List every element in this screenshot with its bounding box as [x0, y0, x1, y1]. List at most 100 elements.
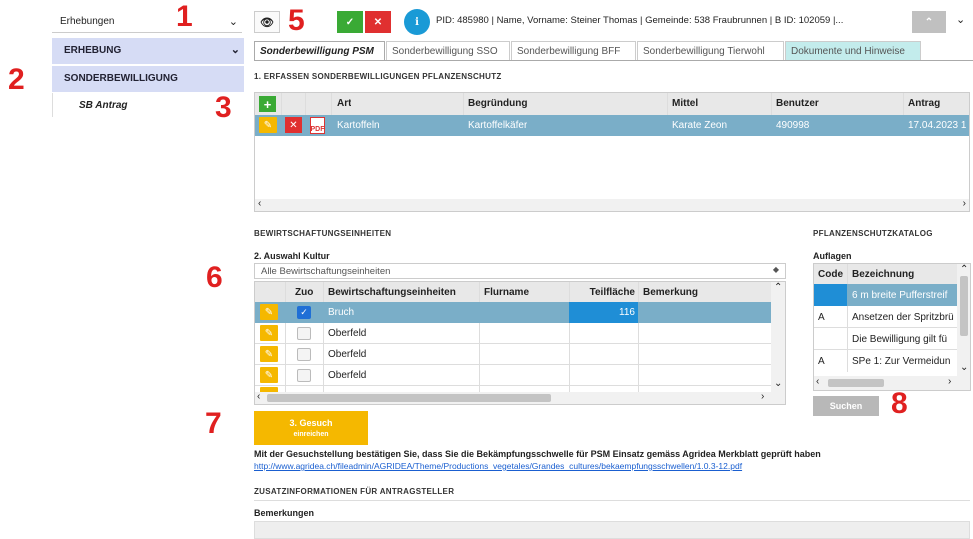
vertical-scrollbar[interactable]: ⌃ ⌄	[957, 264, 970, 376]
scroll-up-icon[interactable]: ⌃	[774, 282, 782, 293]
submit-label-2: einreichen	[293, 431, 329, 438]
more-chevron-icon[interactable]: ⌄	[956, 13, 965, 26]
marker-2: 2	[8, 63, 25, 96]
tab-divider	[254, 60, 973, 61]
scroll-down-icon[interactable]: ⌄	[774, 378, 782, 389]
cell-bezeichnung: Ansetzen der Spritzbrü	[852, 312, 954, 323]
edit-button[interactable]: ✎	[259, 117, 277, 133]
edit-button[interactable]: ✎	[260, 346, 278, 362]
sb-table: + Art Begründung Mittel Benutzer Antrag …	[254, 92, 970, 212]
cell-be-name: Oberfeld	[328, 349, 367, 360]
sidebar-item-label: ERHEBUNG	[64, 45, 122, 56]
scrollbar-thumb[interactable]	[828, 379, 884, 387]
scroll-down-icon[interactable]: ⌄	[960, 362, 968, 373]
check-icon: ✓	[345, 16, 355, 28]
table-row[interactable]: ✎ Oberfeld	[255, 365, 771, 386]
catalog-heading: PFLANZENSCHUTZKATALOG	[813, 229, 933, 238]
marker-5: 5	[288, 4, 305, 37]
search-button[interactable]: Suchen	[813, 396, 879, 416]
cell-bezeichnung: 6 m breite Pufferstreif	[852, 290, 948, 301]
horizontal-scrollbar[interactable]: ‹ ›	[255, 391, 785, 404]
pencil-icon: ✎	[264, 369, 274, 381]
cell-bezeichnung: SPe 1: Zur Vermeidun	[852, 356, 951, 367]
cell-antrag: 17.04.2023 1	[908, 120, 967, 131]
submit-gesuch-button[interactable]: 3. Gesuch einreichen	[254, 411, 368, 445]
binoculars-button[interactable]: 👁	[254, 11, 280, 33]
tab-sonderbewilligung-bff[interactable]: Sonderbewilligung BFF	[511, 41, 636, 60]
table-row[interactable]: ✎ Oberfeld	[255, 344, 771, 365]
scroll-left-icon[interactable]: ‹	[257, 391, 260, 402]
table-row[interactable]: Die Bewilligung gilt fü	[814, 328, 957, 350]
bemerkungen-label: Bemerkungen	[254, 508, 315, 518]
agridea-link[interactable]: http://www.agridea.ch/fileadmin/AGRIDEA/…	[254, 461, 742, 471]
zuo-checkbox[interactable]	[297, 369, 311, 382]
add-row-button[interactable]: +	[259, 96, 276, 112]
section2-heading: BEWIRTSCHAFTUNGSEINHEITEN	[254, 229, 392, 238]
accept-button[interactable]: ✓	[337, 11, 363, 33]
horizontal-scrollbar[interactable]: ‹ ›	[255, 198, 969, 211]
scrollbar-thumb[interactable]	[267, 394, 551, 402]
cell-benutzer: 490998	[776, 120, 810, 131]
sidebar-item-erhebung[interactable]: ERHEBUNG ⌄	[52, 38, 244, 64]
marker-1: 1	[176, 0, 193, 33]
kultur-filter-select[interactable]: Alle Bewirtschaftungseinheiten ◆	[254, 263, 786, 279]
scroll-up-icon[interactable]: ⌃	[960, 264, 968, 275]
scroll-right-icon[interactable]: ›	[761, 391, 764, 402]
tab-dokumente[interactable]: Dokumente und Hinweise	[785, 41, 921, 60]
close-icon: ✕	[373, 16, 383, 28]
info-button[interactable]: i	[404, 9, 430, 35]
edit-button[interactable]: ✎	[260, 325, 278, 341]
marker-8: 8	[891, 387, 908, 420]
table-row[interactable]: ✎ ✕ PDF Kartoffeln Kartoffelkäfer Karate…	[255, 115, 969, 136]
plus-icon: +	[263, 96, 272, 112]
table-row[interactable]: A Ansetzen der Spritzbrü	[814, 306, 957, 328]
col-bemerkung: Bemerkung	[643, 287, 699, 298]
erhebungen-select[interactable]: Erhebungen ⌄	[52, 13, 242, 33]
sidebar-item-sonderbewilligung[interactable]: SONDERBEWILLIGUNG	[52, 66, 244, 92]
cell-be-name: Oberfeld	[328, 370, 367, 381]
table-row[interactable]: ✎ Oberfeld	[255, 323, 771, 344]
scroll-left-icon[interactable]: ‹	[816, 376, 819, 387]
confirm-text: Mit der Gesuchstellung bestätigen Sie, d…	[254, 449, 821, 459]
reject-button[interactable]: ✕	[365, 11, 391, 33]
delete-button[interactable]: ✕	[285, 117, 302, 133]
section2-subtitle: 2. Auswahl Kultur	[254, 251, 330, 261]
marker-6: 6	[206, 261, 223, 294]
cell-bezeichnung: Die Bewilligung gilt fü	[852, 334, 948, 345]
tab-sonderbewilligung-sso[interactable]: Sonderbewilligung SSO	[386, 41, 510, 60]
edit-button[interactable]: ✎	[260, 304, 278, 320]
chevron-down-icon: ⌄	[228, 16, 238, 28]
table-row[interactable]: ✎ ✓ Bruch 116	[255, 302, 771, 323]
table-row[interactable]: 6 m breite Pufferstreif	[814, 284, 957, 306]
col-zuo: Zuo	[295, 287, 314, 298]
vertical-scrollbar[interactable]: ⌃ ⌄	[771, 282, 785, 392]
col-art: Art	[337, 98, 352, 109]
zuo-checkbox[interactable]	[297, 327, 311, 340]
scrollbar-thumb[interactable]	[960, 276, 968, 336]
bemerkungen-textarea[interactable]	[254, 521, 970, 539]
tab-sonderbewilligung-psm[interactable]: Sonderbewilligung PSM	[254, 41, 385, 60]
scroll-right-icon[interactable]: ›	[948, 376, 951, 387]
zuo-checkbox-checked[interactable]: ✓	[297, 306, 311, 319]
scroll-right-icon[interactable]: ›	[963, 198, 966, 209]
updown-icon: ◆	[772, 265, 779, 274]
col-begruendung: Begründung	[468, 98, 528, 109]
edit-button[interactable]: ✎	[260, 367, 278, 383]
marker-7: 7	[205, 407, 222, 440]
pdf-icon[interactable]: PDF	[310, 117, 325, 134]
catalog-table: Code Bezeichnung 6 m breite Pufferstreif…	[813, 263, 971, 391]
zuo-checkbox[interactable]	[297, 348, 311, 361]
collapse-button[interactable]: ⌃	[912, 11, 946, 33]
cell-be-name: Bruch	[328, 307, 355, 318]
sidebar-item-label: SB Antrag	[79, 100, 128, 111]
table-row[interactable]: A SPe 1: Zur Vermeidun	[814, 350, 957, 372]
col-flurname: Flurname	[484, 287, 530, 298]
cell-begruendung: Kartoffelkäfer	[468, 120, 528, 131]
scroll-left-icon[interactable]: ‹	[258, 198, 261, 209]
chevron-down-icon: ⌄	[230, 44, 240, 56]
top-bar: Erhebungen ⌄ 1 👁 5 ✓ ✕ i PID: 485980 | N…	[0, 0, 973, 40]
col-teilflaeche: Teilfläche	[589, 287, 635, 298]
cell-mittel: Karate Zeon	[672, 120, 728, 131]
person-info-text: PID: 485980 | Name, Vorname: Steiner Tho…	[436, 15, 844, 26]
tab-sonderbewilligung-tierwohl[interactable]: Sonderbewilligung Tierwohl	[637, 41, 784, 60]
